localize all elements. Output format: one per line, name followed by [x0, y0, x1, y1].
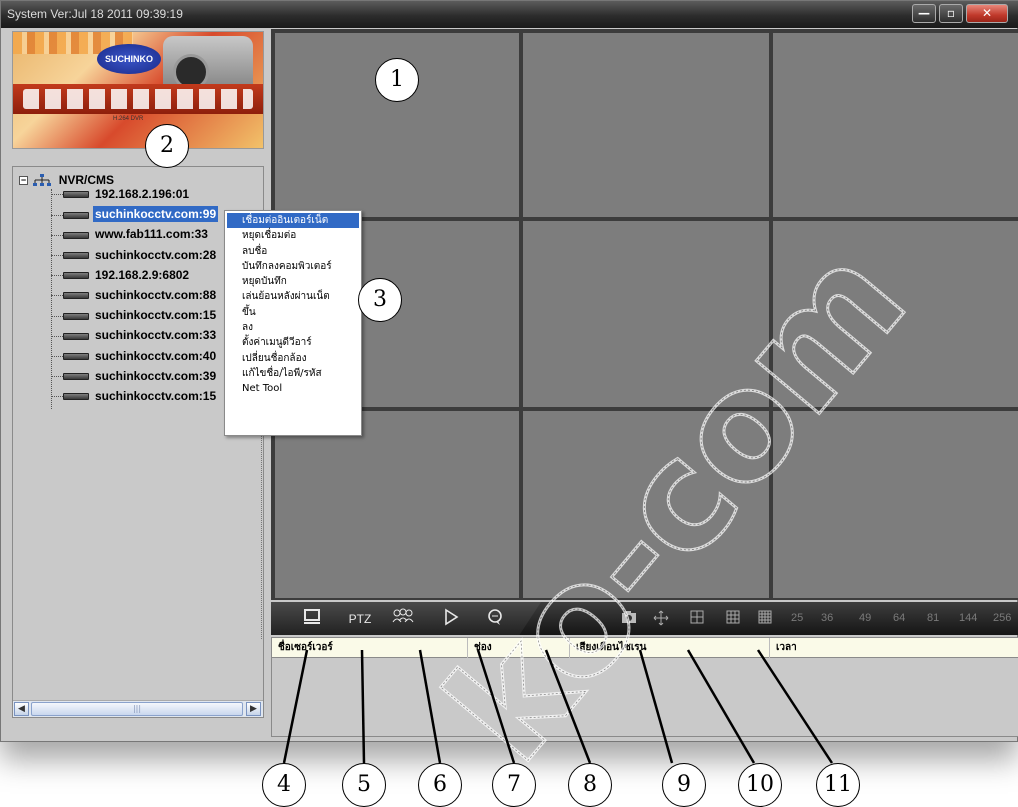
callout-marker: 2 — [145, 124, 189, 168]
callout-marker: 3 — [358, 278, 402, 322]
callout-marker: 10 — [738, 763, 782, 807]
callout-leaders — [282, 649, 834, 764]
callout-marker: 1 — [375, 58, 419, 102]
callout-marker: 6 — [418, 763, 462, 807]
callout-marker: 9 — [662, 763, 706, 807]
callout-marker: 5 — [342, 763, 386, 807]
callout-marker: 11 — [816, 763, 860, 807]
callout-marker: 4 — [262, 763, 306, 807]
callout-marker: 8 — [568, 763, 612, 807]
callout-marker: 7 — [492, 763, 536, 807]
